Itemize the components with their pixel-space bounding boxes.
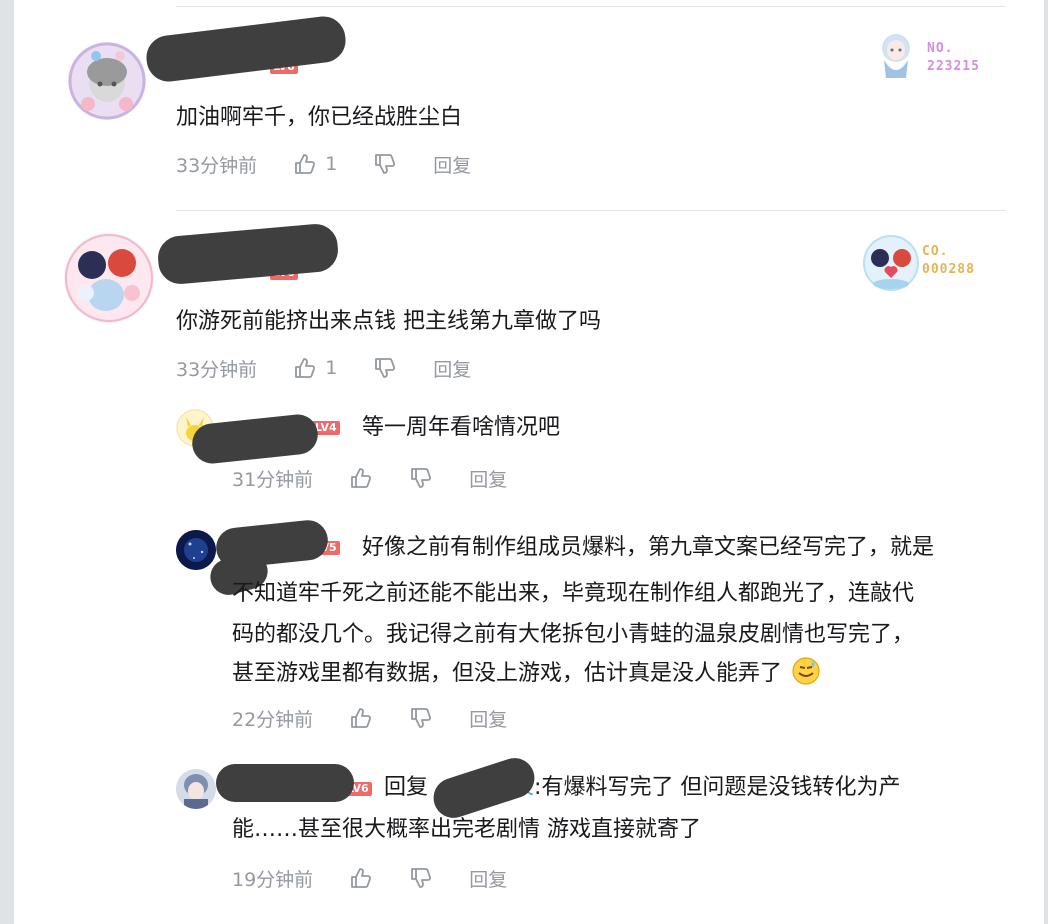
reply-text-segment: 甚至游戏里都有数据，但没上游戏，估计真是没人能弄了 [232,661,783,686]
reply-button[interactable]: 回复 [433,355,471,382]
fan-badge-prefix: CO. [922,244,949,259]
avatar[interactable] [64,233,154,323]
comment-time: 33分钟前 [176,358,258,381]
reply-time: 19分钟前 [232,868,314,891]
like-button[interactable]: 1 [293,152,337,176]
like-button[interactable] [349,466,373,490]
reply-time: 31分钟前 [232,468,314,491]
comment-text: 你游死前能挤出来点钱 把主线第九章做了吗 [176,309,601,334]
avatar[interactable] [68,42,146,120]
fan-badge-number: 000288 [922,262,975,277]
fan-badge-character-icon [863,235,919,291]
reply-prefix: 回复 [384,775,429,800]
reply-text-line: 好像之前有制作组成员爆料，第九章文案已经写完了，就是 [362,535,935,560]
dislike-button[interactable] [409,466,433,490]
fan-badge: NO. 223215 [876,30,1006,82]
thumbs-up-icon [351,708,372,728]
thumbs-down-icon [375,154,396,174]
avatar-image [176,769,216,809]
divider [176,6,1006,7]
like-count: 1 [325,357,338,379]
thumbs-down-icon [411,708,432,728]
comment-time: 33分钟前 [176,154,258,177]
reply-time: 22分钟前 [232,708,314,731]
thumbs-down-icon [411,468,432,488]
comment-meta: 33分钟前 1 回复 [176,353,471,383]
like-button[interactable]: 1 [293,356,337,380]
reply-text-line: 不知道牢千死之前还能不能出来，毕竟现在制作组人都跑光了，连敲代 [232,581,915,606]
reply-meta: 31分钟前 回复 [232,463,507,493]
reply-meta: 22分钟前 回复 [232,703,507,733]
avatar-image [176,530,216,570]
fan-badge-character-icon [882,34,910,78]
thumbs-up-icon [295,154,316,174]
avatar[interactable] [176,769,216,809]
thumbs-up-icon [295,358,316,378]
like-button[interactable] [349,866,373,890]
fan-badge-prefix: NO. [927,41,954,56]
comment-meta: 33分钟前 1 回复 [176,149,471,179]
like-count: 1 [325,153,338,175]
avatar[interactable] [176,530,216,570]
reply-text-line: 能……甚至很大概率出完老剧情 游戏直接就寄了 [232,817,701,842]
dislike-button[interactable] [409,706,433,730]
reply-text-line: 码的都没几个。我记得之前有大佬拆包小青蛙的温泉皮剧情也写完了， [232,622,915,647]
reply-button[interactable]: 回复 [469,705,507,732]
dislike-button[interactable] [373,152,397,176]
thumbs-down-icon [411,868,432,888]
fan-badge: CO. 000288 [862,234,1006,294]
comment-text: 加油啊牢千，你已经战胜尘白 [176,105,463,130]
reply-text-line: 甚至游戏里都有数据，但没上游戏，估计真是没人能弄了 [232,654,821,694]
thumbs-down-icon [375,358,396,378]
sweat-emoji-icon [792,657,820,685]
fan-badge-number: 223215 [927,59,980,74]
reply-button[interactable]: 回复 [469,465,507,492]
thumbs-up-icon [351,868,372,888]
avatar-image [68,42,146,120]
thumbs-up-icon [351,468,372,488]
reply-meta: 19分钟前 回复 [232,863,507,893]
like-button[interactable] [349,706,373,730]
reply-button[interactable]: 回复 [469,865,507,892]
divider [176,210,1006,211]
reply-text-segment: :有爆料写完了 但问题是没钱转化为产 [534,775,901,800]
dislike-button[interactable] [409,866,433,890]
reply-text-line: 等一周年看啥情况吧 [362,415,561,440]
avatar-image [65,234,153,322]
redacted-username [216,764,354,802]
dislike-button[interactable] [373,356,397,380]
reply-button[interactable]: 回复 [433,151,471,178]
